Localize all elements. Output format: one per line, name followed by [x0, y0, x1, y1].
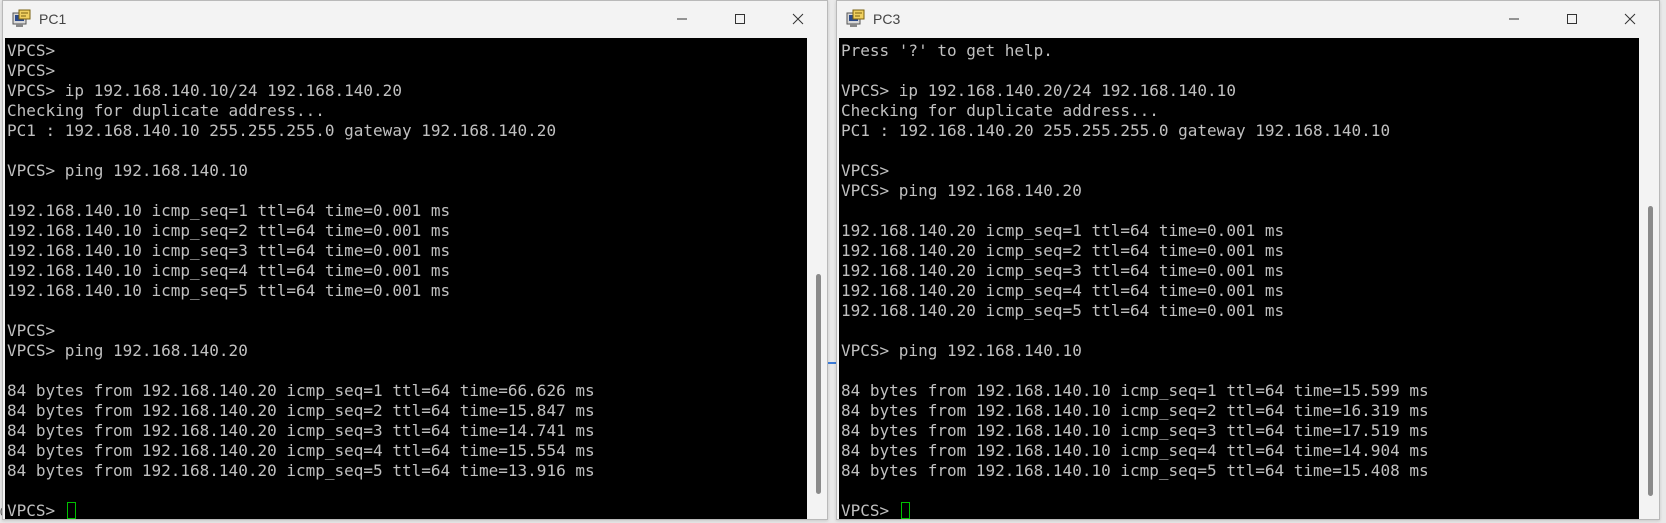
terminal-line: 84 bytes from 192.168.140.10 icmp_seq=4 … — [841, 441, 1429, 460]
terminal-line: VPCS> — [7, 61, 56, 80]
background-window-edge — [828, 362, 836, 364]
terminal-line: VPCS> ip 192.168.140.20/24 192.168.140.1… — [841, 81, 1236, 100]
minimize-icon — [1509, 18, 1519, 20]
terminal-line: 192.168.140.10 icmp_seq=4 ttl=64 time=0.… — [7, 261, 451, 280]
scrollbar-thumb[interactable] — [1648, 206, 1653, 496]
terminal-line: VPCS> — [841, 161, 890, 180]
terminal-line: 192.168.140.20 icmp_seq=5 ttl=64 time=0.… — [841, 301, 1285, 320]
terminal-app-icon — [12, 9, 31, 27]
terminal-line: 84 bytes from 192.168.140.20 icmp_seq=4 … — [7, 441, 595, 460]
vertical-scrollbar[interactable] — [809, 38, 827, 519]
terminal-line: 84 bytes from 192.168.140.20 icmp_seq=1 … — [7, 381, 595, 400]
terminal-line: 84 bytes from 192.168.140.20 icmp_seq=2 … — [7, 401, 595, 420]
desktop: 0010-01 PC1 — [0, 0, 1666, 523]
terminal-line: 192.168.140.10 icmp_seq=3 ttl=64 time=0.… — [7, 241, 451, 260]
maximize-button[interactable] — [1543, 1, 1601, 37]
maximize-icon — [735, 14, 745, 24]
terminal-line: Checking for duplicate address... — [841, 101, 1159, 120]
terminal-line: 84 bytes from 192.168.140.20 icmp_seq=3 … — [7, 421, 595, 440]
minimize-button[interactable] — [1485, 1, 1543, 37]
terminal-line: 84 bytes from 192.168.140.10 icmp_seq=3 … — [841, 421, 1429, 440]
close-button[interactable] — [769, 1, 827, 37]
terminal-line: 192.168.140.20 icmp_seq=2 ttl=64 time=0.… — [841, 241, 1285, 260]
close-icon — [1624, 13, 1636, 25]
terminal-line: PC1 : 192.168.140.10 255.255.255.0 gatew… — [7, 121, 557, 140]
window-title: PC1 — [39, 11, 67, 27]
terminal-window-pc1[interactable]: PC1 VPCS> VPCS> VPCS> ip 192.168.140.10/24… — [2, 0, 828, 520]
terminal-line: VPCS> — [7, 321, 56, 340]
terminal-line: 192.168.140.10 icmp_seq=1 ttl=64 time=0.… — [7, 201, 451, 220]
terminal-text: Press '?' to get help. VPCS> ip 192.168.1… — [839, 38, 1639, 519]
title-bar[interactable]: PC3 — [837, 1, 1659, 37]
minimize-button[interactable] — [653, 1, 711, 37]
vertical-scrollbar[interactable] — [1641, 38, 1659, 519]
terminal-app-icon — [846, 9, 865, 27]
maximize-icon — [1567, 14, 1577, 24]
terminal-line: 192.168.140.10 icmp_seq=2 ttl=64 time=0.… — [7, 221, 451, 240]
terminal-line: VPCS> ping 192.168.140.20 — [841, 181, 1082, 200]
terminal-cursor — [900, 502, 910, 519]
window-controls — [1485, 1, 1659, 37]
terminal-line: VPCS> — [7, 41, 56, 60]
scrollbar-thumb[interactable] — [816, 274, 821, 494]
terminal-line: VPCS> — [841, 501, 1639, 519]
terminal-line: 192.168.140.20 icmp_seq=3 ttl=64 time=0.… — [841, 261, 1285, 280]
terminal-line: 84 bytes from 192.168.140.20 icmp_seq=5 … — [7, 461, 595, 480]
maximize-button[interactable] — [711, 1, 769, 37]
minimize-icon — [677, 18, 687, 20]
terminal-output[interactable]: Press '?' to get help. VPCS> ip 192.168.1… — [839, 38, 1639, 519]
terminal-text: VPCS> VPCS> VPCS> ip 192.168.140.10/24 192… — [5, 38, 807, 519]
terminal-line: VPCS> ip 192.168.140.10/24 192.168.140.2… — [7, 81, 402, 100]
terminal-line: 192.168.140.20 icmp_seq=1 ttl=64 time=0.… — [841, 221, 1285, 240]
terminal-window-pc3[interactable]: PC3 Press '?' to get help. VPCS> ip 192.1… — [836, 0, 1660, 520]
terminal-line: 84 bytes from 192.168.140.10 icmp_seq=5 … — [841, 461, 1429, 480]
close-button[interactable] — [1601, 1, 1659, 37]
terminal-line: 192.168.140.10 icmp_seq=5 ttl=64 time=0.… — [7, 281, 451, 300]
window-controls — [653, 1, 827, 37]
terminal-line: VPCS> — [7, 501, 807, 519]
terminal-line: VPCS> ping 192.168.140.10 — [841, 341, 1082, 360]
terminal-line: 84 bytes from 192.168.140.10 icmp_seq=2 … — [841, 401, 1429, 420]
terminal-line: 84 bytes from 192.168.140.10 icmp_seq=1 … — [841, 381, 1429, 400]
title-bar[interactable]: PC1 — [3, 1, 827, 37]
terminal-cursor — [66, 502, 76, 519]
terminal-line: VPCS> ping 192.168.140.20 — [7, 341, 248, 360]
terminal-line: Press '?' to get help. — [841, 41, 1053, 60]
terminal-line: 192.168.140.20 icmp_seq=4 ttl=64 time=0.… — [841, 281, 1285, 300]
terminal-line: VPCS> ping 192.168.140.10 — [7, 161, 248, 180]
terminal-line: Checking for duplicate address... — [7, 101, 325, 120]
terminal-output[interactable]: VPCS> VPCS> VPCS> ip 192.168.140.10/24 192… — [5, 38, 807, 519]
window-title: PC3 — [873, 11, 901, 27]
terminal-line: PC1 : 192.168.140.20 255.255.255.0 gatew… — [841, 121, 1391, 140]
close-icon — [792, 13, 804, 25]
